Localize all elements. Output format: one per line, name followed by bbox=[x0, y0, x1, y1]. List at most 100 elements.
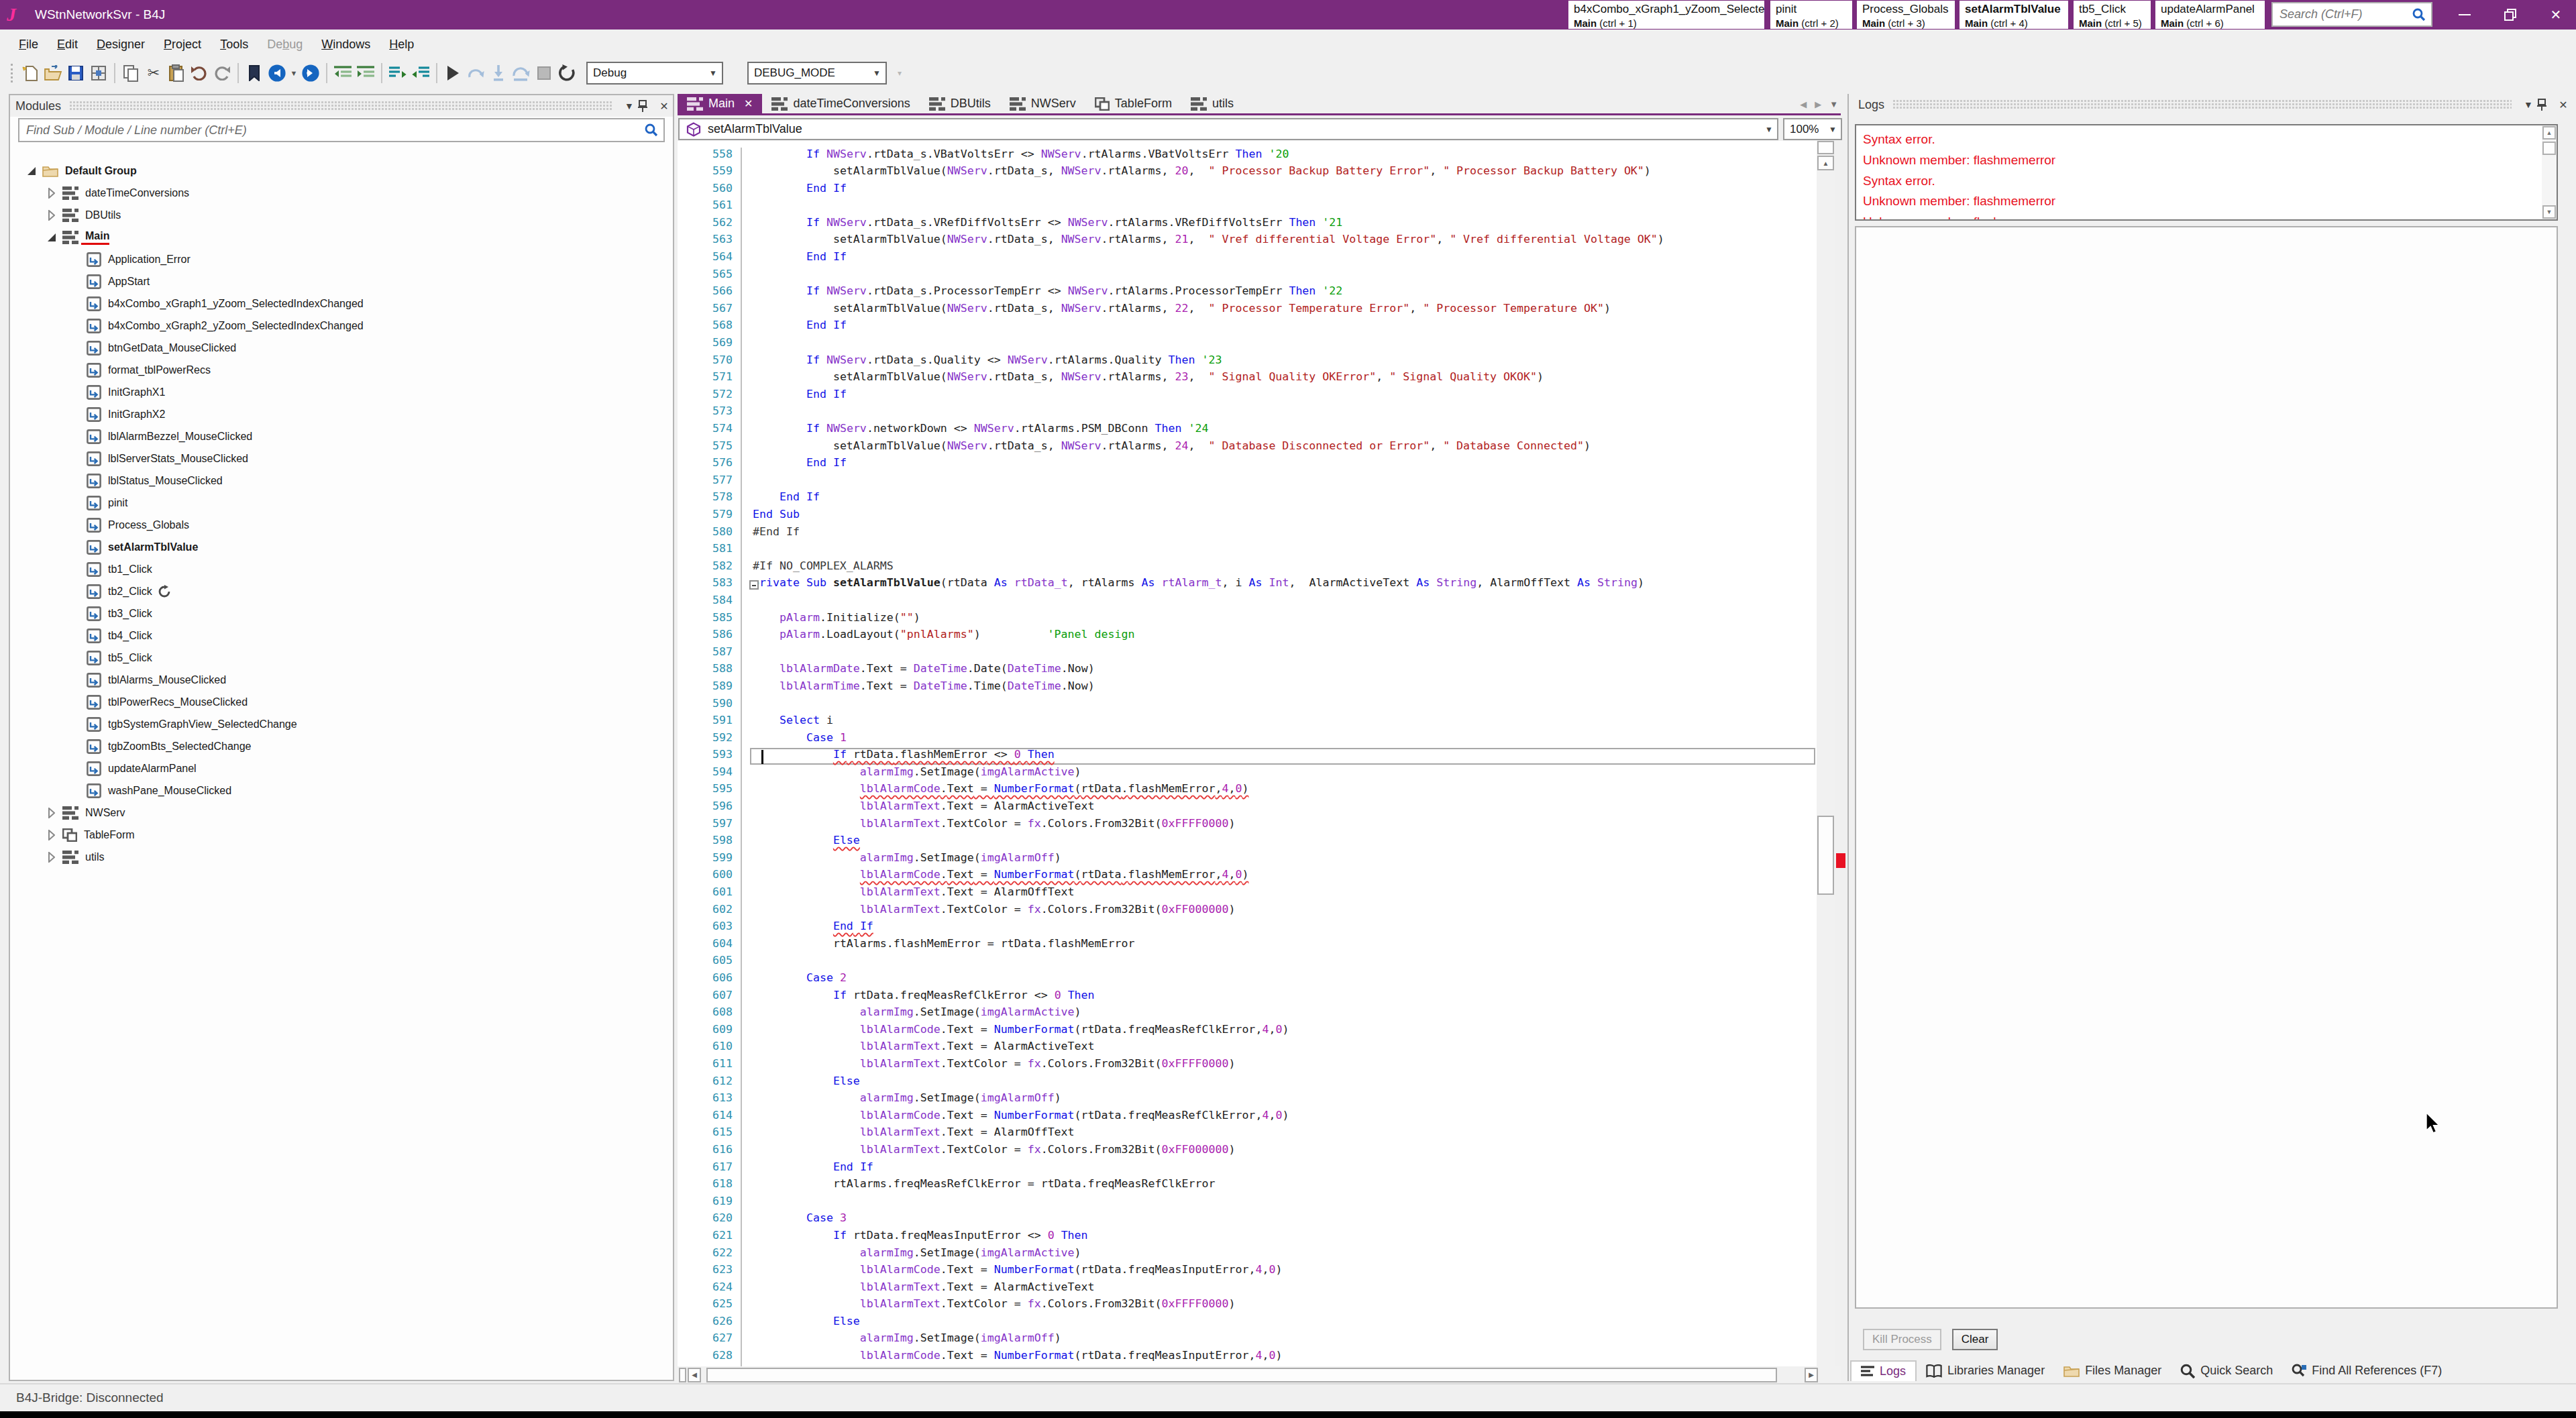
menu-file[interactable]: File bbox=[9, 34, 48, 56]
tree-item-pinit[interactable]: pinit bbox=[10, 492, 672, 514]
editor-tab-Main[interactable]: Main✕ bbox=[678, 94, 762, 113]
expand-icon[interactable] bbox=[46, 830, 57, 840]
tab-list-icon[interactable]: ▼ bbox=[1829, 99, 1838, 109]
bottom-tab-Find All References (F7)[interactable]: Find All References (F7) bbox=[2282, 1360, 2451, 1381]
expand-icon[interactable] bbox=[46, 210, 57, 221]
editor-tab-utils[interactable]: utils bbox=[1181, 94, 1243, 113]
tree-item-dateTimeConversions[interactable]: dateTimeConversions bbox=[10, 182, 672, 204]
close-icon[interactable]: ✕ bbox=[655, 100, 673, 113]
redo-button[interactable] bbox=[211, 62, 233, 85]
tree-item-tgbZoomBts_SelectedChange[interactable]: tgbZoomBts_SelectedChange bbox=[10, 736, 672, 758]
tree-item-tgbSystemGraphView_SelectedChange[interactable]: tgbSystemGraphView_SelectedChange bbox=[10, 714, 672, 736]
tree-item-Application_Error[interactable]: Application_Error bbox=[10, 248, 672, 270]
paste-button[interactable] bbox=[165, 62, 188, 85]
horizontal-scrollbar-thumb[interactable] bbox=[706, 1368, 1777, 1382]
scroll-up-icon[interactable]: ▲ bbox=[1817, 156, 1834, 170]
quick-nav-setAlarmTblValue[interactable]: setAlarmTblValueMain (ctrl + 4) bbox=[1960, 1, 2068, 29]
menu-help[interactable]: Help bbox=[380, 34, 423, 56]
tree-item-tb2_Click[interactable]: tb2_Click bbox=[10, 581, 672, 603]
search-icon[interactable] bbox=[2412, 8, 2431, 21]
tree-item-setAlarmTblValue[interactable]: setAlarmTblValue bbox=[10, 537, 672, 559]
menu-tools[interactable]: Tools bbox=[211, 34, 258, 56]
package-button[interactable] bbox=[87, 62, 110, 85]
tree-item-TableForm[interactable]: TableForm bbox=[10, 824, 672, 847]
panel-menu-icon[interactable]: ▼ bbox=[2520, 99, 2537, 110]
log-list-scrollbar[interactable]: ▲ ▼ bbox=[2542, 125, 2557, 219]
menu-project[interactable]: Project bbox=[154, 34, 211, 56]
cut-button[interactable]: ✂ bbox=[142, 62, 165, 85]
menu-designer[interactable]: Designer bbox=[87, 34, 154, 56]
tree-item-Main[interactable]: Main bbox=[10, 226, 672, 248]
back-button[interactable] bbox=[266, 62, 288, 85]
quick-nav-tb5_Click[interactable]: tb5_ClickMain (ctrl + 5) bbox=[2074, 1, 2151, 29]
scroll-right-icon[interactable]: ▶ bbox=[1805, 1368, 1818, 1382]
undo-button[interactable] bbox=[188, 62, 211, 85]
tree-item-updateAlarmPanel[interactable]: updateAlarmPanel bbox=[10, 758, 672, 780]
bottom-tab-Quick Search[interactable]: Quick Search bbox=[2171, 1360, 2282, 1381]
indent-dec-button[interactable] bbox=[331, 62, 354, 85]
panel-menu-icon[interactable]: ▼ bbox=[621, 101, 638, 111]
code-viewport[interactable]: 558 If NWServ.rtData_s.VBatVoltsErr <> N… bbox=[678, 141, 1817, 1366]
build-configuration-select[interactable]: Debug▼ bbox=[586, 62, 723, 85]
quick-nav-b4xCombo_xGraph1_yZoom_SelectedIndexChanged[interactable]: b4xCombo_xGraph1_yZoom_SelectedIndexChan… bbox=[1568, 1, 1764, 29]
scroll-up-icon[interactable]: ▲ bbox=[2542, 126, 2556, 140]
tree-item-lblAlarmBezzel_MouseClicked[interactable]: lblAlarmBezzel_MouseClicked bbox=[10, 425, 672, 447]
run-button[interactable] bbox=[441, 62, 464, 85]
find-sub-input[interactable]: Find Sub / Module / Line number (Ctrl+E) bbox=[18, 118, 665, 142]
restore-button[interactable] bbox=[2490, 0, 2530, 30]
log-list[interactable]: Syntax error.Unknown member: flashmemerr… bbox=[1855, 124, 2558, 221]
bottom-tab-Logs[interactable]: Logs bbox=[1850, 1360, 1917, 1381]
bottom-tab-Libraries Manager[interactable]: Libraries Manager bbox=[1917, 1360, 2054, 1381]
forward-button[interactable] bbox=[299, 62, 322, 85]
splitter-grip[interactable] bbox=[679, 1368, 686, 1382]
tree-item-lblServerStats_MouseClicked[interactable]: lblServerStats_MouseClicked bbox=[10, 447, 672, 470]
step-over-button[interactable] bbox=[510, 62, 533, 85]
tree-item-btnGetData_MouseClicked[interactable]: btnGetData_MouseClicked bbox=[10, 337, 672, 359]
vertical-scrollbar-thumb[interactable] bbox=[1817, 816, 1834, 895]
splitter-grip[interactable] bbox=[1817, 141, 1834, 154]
collapse-icon[interactable] bbox=[26, 166, 37, 176]
tab-scroll-left-icon[interactable]: ◀ bbox=[1800, 99, 1807, 109]
tree-item-tb5_Click[interactable]: tb5_Click bbox=[10, 647, 672, 669]
kill-process-button[interactable]: Kill Process bbox=[1863, 1329, 1941, 1350]
tree-item-b4xCombo_xGraph2_yZoom_SelectedIndexChanged[interactable]: b4xCombo_xGraph2_yZoom_SelectedIndexChan… bbox=[10, 315, 672, 337]
tree-item-tblAlarms_MouseClicked[interactable]: tblAlarms_MouseClicked bbox=[10, 669, 672, 692]
quick-nav-updateAlarmPanel[interactable]: updateAlarmPanelMain (ctrl + 6) bbox=[2155, 1, 2265, 29]
save-button[interactable] bbox=[64, 62, 87, 85]
horizontal-scrollbar[interactable]: ◀ ▶ bbox=[678, 1366, 1841, 1383]
log-scrollbar-thumb[interactable] bbox=[2542, 142, 2556, 155]
scroll-down-icon[interactable]: ▼ bbox=[2542, 205, 2556, 219]
tree-item-DBUtils[interactable]: DBUtils bbox=[10, 204, 672, 226]
copy-button[interactable] bbox=[119, 62, 142, 85]
log-detail-area[interactable] bbox=[1855, 226, 2558, 1309]
function-selector[interactable]: setAlarmTblValue ▼ bbox=[678, 118, 1778, 140]
minimize-button[interactable] bbox=[2445, 0, 2485, 30]
tree-item-washPane_MouseClicked[interactable]: washPane_MouseClicked bbox=[10, 780, 672, 802]
expand-icon[interactable] bbox=[46, 188, 57, 199]
fold-marker[interactable] bbox=[749, 580, 759, 590]
tree-item-AppStart[interactable]: AppStart bbox=[10, 270, 672, 292]
pin-icon[interactable] bbox=[638, 100, 655, 112]
run-mode-select[interactable]: DEBUG_MODE▼ bbox=[747, 62, 887, 85]
search-box[interactable]: Search (Ctrl+F) bbox=[2271, 2, 2432, 27]
tree-item-lblStatus_MouseClicked[interactable]: lblStatus_MouseClicked bbox=[10, 470, 672, 492]
tree-item-InitGraphX1[interactable]: InitGraphX1 bbox=[10, 381, 672, 403]
new-file-button[interactable] bbox=[19, 62, 42, 85]
expand-icon[interactable] bbox=[46, 852, 57, 863]
pin-icon[interactable] bbox=[2537, 99, 2555, 111]
close-icon[interactable]: ✕ bbox=[2555, 99, 2572, 111]
close-button[interactable]: ✕ bbox=[2536, 0, 2576, 30]
bookmark-button[interactable] bbox=[243, 62, 266, 85]
tree-item-InitGraphX2[interactable]: InitGraphX2 bbox=[10, 403, 672, 425]
quick-nav-Process_Globals[interactable]: Process_GlobalsMain (ctrl + 3) bbox=[1857, 1, 1955, 29]
tree-item-NWServ[interactable]: NWServ bbox=[10, 802, 672, 824]
tree-item-tb4_Click[interactable]: tb4_Click bbox=[10, 625, 672, 647]
indent-inc-button[interactable] bbox=[354, 62, 377, 85]
error-marker[interactable] bbox=[1836, 853, 1845, 868]
resume-button[interactable] bbox=[464, 62, 487, 85]
tree-item-Process_Globals[interactable]: Process_Globals bbox=[10, 514, 672, 537]
open-folder-button[interactable] bbox=[42, 62, 64, 85]
restart-button[interactable] bbox=[555, 62, 578, 85]
close-tab-icon[interactable]: ✕ bbox=[744, 97, 753, 110]
comment-remove-button[interactable] bbox=[409, 62, 432, 85]
